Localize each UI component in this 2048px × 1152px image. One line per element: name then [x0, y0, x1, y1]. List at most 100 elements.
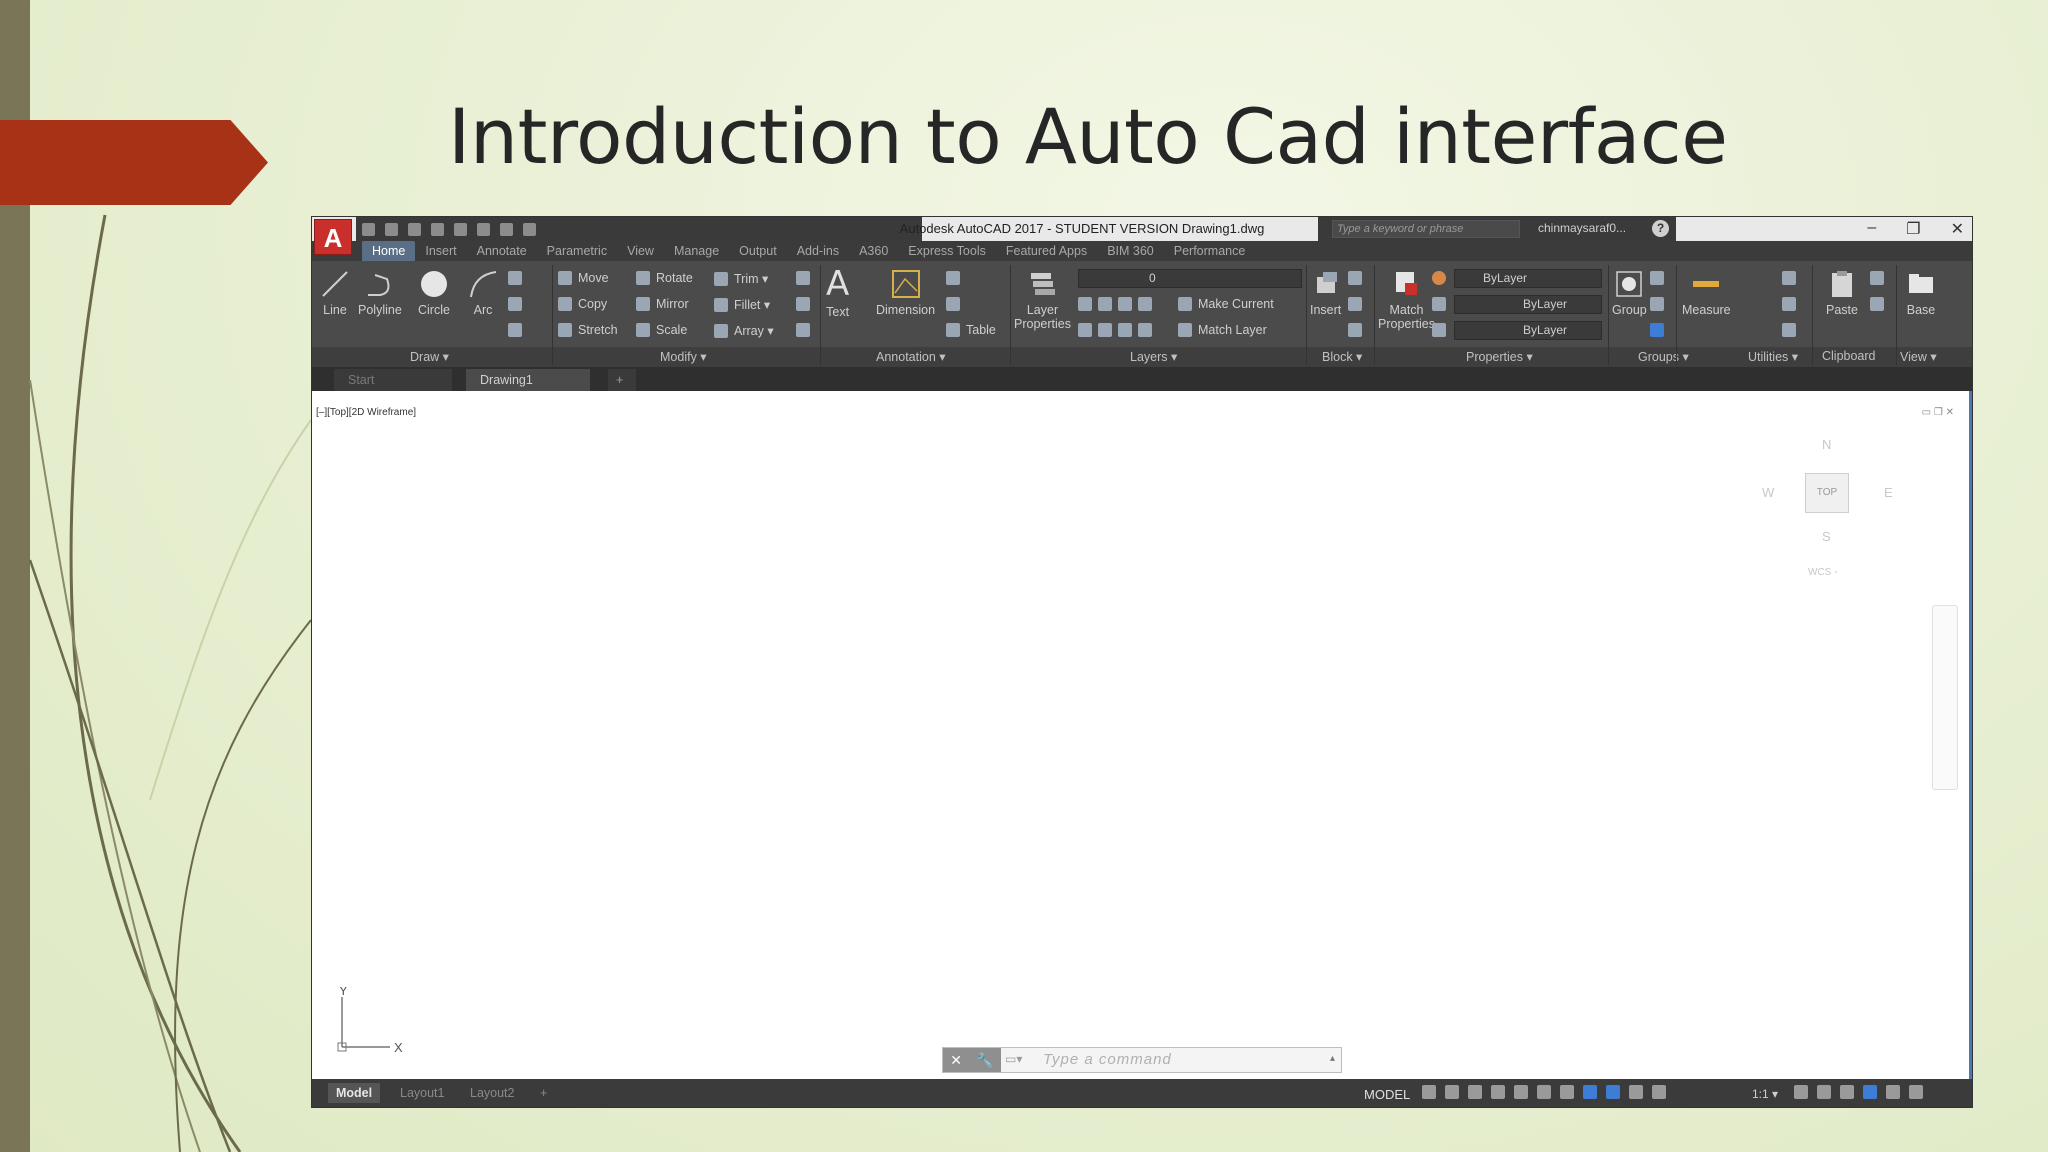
lineweight-dropdown[interactable]: ByLayer [1454, 321, 1602, 340]
tab-performance[interactable]: Performance [1164, 241, 1256, 261]
open-icon[interactable] [385, 222, 398, 236]
layer-lock-icon[interactable] [1138, 297, 1152, 311]
group-select-tool[interactable] [1650, 323, 1664, 337]
new-tab-button[interactable]: + [608, 369, 636, 391]
layer-unisolate-icon[interactable] [1098, 323, 1112, 337]
layer-unlock-icon[interactable] [1138, 323, 1152, 337]
isodraft-icon[interactable] [1514, 1085, 1528, 1099]
layer-dropdown[interactable]: 0 [1078, 269, 1302, 288]
color-wheel-tool[interactable] [1432, 271, 1446, 285]
match-layer-button[interactable]: Match Layer [1178, 323, 1267, 337]
recent-commands-icon[interactable]: ▭▾ [1005, 1052, 1022, 1066]
panel-layers-label[interactable]: Layers ▾ [1130, 349, 1177, 364]
panel-properties-label[interactable]: Properties ▾ [1466, 349, 1533, 364]
cut-tool[interactable] [1870, 271, 1884, 285]
line-button[interactable]: Line [320, 269, 350, 317]
panel-view-label[interactable]: View ▾ [1900, 349, 1937, 364]
tab-featured-apps[interactable]: Featured Apps [996, 241, 1097, 261]
annotation-scale-value[interactable]: 1:1 ▾ [1752, 1087, 1778, 1101]
panel-utilities-label[interactable]: Utilities ▾ [1748, 349, 1798, 364]
layer-isolate-icon[interactable] [1098, 297, 1112, 311]
edit-attributes-tool[interactable] [1348, 323, 1362, 337]
command-input[interactable]: Type a command [1043, 1051, 1172, 1068]
polyline-button[interactable]: Polyline [358, 269, 402, 317]
tab-output[interactable]: Output [729, 241, 787, 261]
polar-icon[interactable] [1491, 1085, 1505, 1099]
navigation-bar[interactable] [1932, 605, 1958, 790]
tab-bim-360[interactable]: BIM 360 [1097, 241, 1164, 261]
mirror-button[interactable]: Mirror [636, 297, 689, 311]
panel-modify-label[interactable]: Modify ▾ [660, 349, 707, 364]
print-icon[interactable] [454, 222, 467, 236]
tab-parametric[interactable]: Parametric [537, 241, 617, 261]
tab-add-ins[interactable]: Add-ins [787, 241, 849, 261]
edit-block-tool[interactable] [1348, 297, 1362, 311]
rectangle-tool[interactable] [508, 271, 522, 285]
ortho-icon[interactable] [1468, 1085, 1482, 1099]
insert-block-button[interactable]: Insert [1310, 269, 1341, 317]
annotation-scale-icon[interactable] [1652, 1085, 1666, 1099]
add-layout-button[interactable]: + [532, 1083, 555, 1103]
lineweight-tool[interactable] [1432, 297, 1446, 311]
match-properties-button[interactable]: Match Properties [1378, 269, 1435, 331]
arc-button[interactable]: Arc [468, 269, 498, 317]
search-input[interactable]: Type a keyword or phrase [1332, 220, 1520, 238]
object-snap-icon[interactable] [1560, 1085, 1574, 1099]
annotation-monitor-icon[interactable] [1817, 1085, 1831, 1099]
viewport-window-controls[interactable]: ▭ ❐ ✕ [1922, 407, 1954, 418]
command-history-icon[interactable]: ▴ [1330, 1053, 1335, 1064]
copy-clip-tool[interactable] [1870, 297, 1884, 311]
tab-layout1[interactable]: Layout1 [392, 1083, 452, 1103]
tab-start[interactable]: Start [334, 369, 452, 391]
quick-select-tool[interactable] [1782, 271, 1796, 285]
tab-annotate[interactable]: Annotate [467, 241, 537, 261]
help-icon[interactable]: ? [1652, 220, 1669, 237]
tab-drawing1[interactable]: Drawing1 [466, 369, 590, 391]
stretch-button[interactable]: Stretch [558, 323, 618, 337]
close-command-icon[interactable]: ✕ [950, 1052, 962, 1069]
color-dropdown[interactable]: ByLayer [1454, 269, 1602, 288]
viewcube-top-face[interactable]: TOP [1805, 473, 1849, 513]
tab-home[interactable]: Home [362, 241, 416, 261]
workspace-switch-icon[interactable] [1794, 1085, 1808, 1099]
boundary-tool[interactable] [508, 323, 522, 337]
user-account[interactable]: chinmaysaraf0... [1538, 221, 1626, 235]
layer-off-icon[interactable] [1078, 297, 1092, 311]
save-icon[interactable] [408, 222, 421, 236]
tab-model[interactable]: Model [328, 1083, 381, 1103]
text-button[interactable]: A Text [826, 267, 849, 319]
panel-groups-label[interactable]: Groups ▾ [1638, 349, 1689, 364]
tab-manage[interactable]: Manage [664, 241, 729, 261]
redo-icon[interactable] [500, 222, 513, 236]
ungroup-tool[interactable] [1650, 271, 1664, 285]
make-current-button[interactable]: Make Current [1178, 297, 1274, 311]
grid-icon[interactable] [1422, 1085, 1436, 1099]
panel-clipboard-label[interactable]: Clipboard [1822, 349, 1876, 363]
auto-scale-icon[interactable] [1629, 1085, 1643, 1099]
rotate-button[interactable]: Rotate [636, 271, 693, 285]
tab-view[interactable]: View [617, 241, 664, 261]
close-button[interactable]: ✕ [1951, 219, 1964, 239]
fillet-button[interactable]: Fillet ▾ [714, 297, 770, 312]
save-as-icon[interactable] [431, 222, 444, 236]
table-button[interactable]: Table [946, 323, 996, 337]
new-icon[interactable] [362, 222, 375, 236]
multileader-tool[interactable] [946, 297, 960, 311]
tab-layout2[interactable]: Layout2 [462, 1083, 522, 1103]
units-icon[interactable] [1840, 1085, 1854, 1099]
undo-icon[interactable] [477, 222, 490, 236]
layer-thaw-icon[interactable] [1118, 323, 1132, 337]
isolate-objects-icon[interactable] [1863, 1085, 1877, 1099]
explode-tool[interactable] [796, 297, 810, 311]
scale-button[interactable]: Scale [636, 323, 687, 337]
copy-button[interactable]: Copy [558, 297, 607, 311]
id-point-tool[interactable] [1782, 297, 1796, 311]
paste-button[interactable]: Paste [1826, 269, 1858, 317]
panel-draw-label[interactable]: Draw ▾ [410, 349, 449, 364]
panel-annotation-label[interactable]: Annotation ▾ [876, 349, 946, 364]
leader-tool[interactable] [946, 271, 960, 285]
workspace-icon[interactable] [523, 222, 536, 236]
model-space-toggle[interactable]: MODEL [1364, 1087, 1410, 1102]
base-view-button[interactable]: Base [1906, 269, 1936, 317]
offset-tool[interactable] [796, 323, 810, 337]
